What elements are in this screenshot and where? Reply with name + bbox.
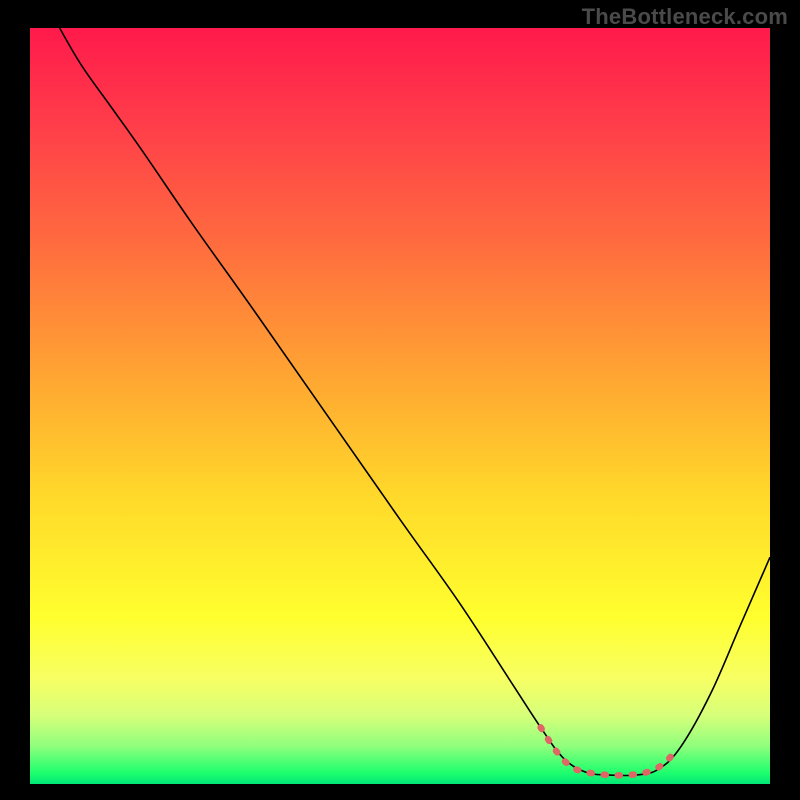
plot-area bbox=[30, 28, 770, 784]
bottleneck-chart bbox=[0, 0, 800, 800]
watermark-text: TheBottleneck.com bbox=[582, 4, 788, 30]
chart-frame: TheBottleneck.com bbox=[0, 0, 800, 800]
